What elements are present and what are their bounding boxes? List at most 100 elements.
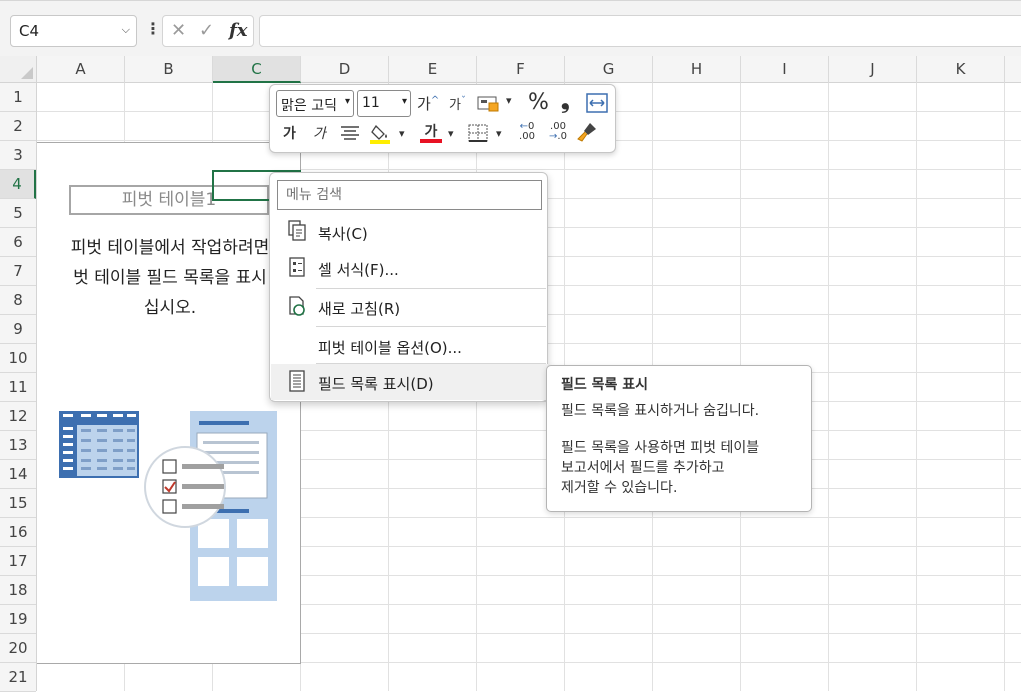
row-header[interactable]: 14	[0, 460, 36, 489]
increase-decimal-glyph: .00	[519, 131, 535, 142]
column-headers: A B C D E F G H I J K	[37, 56, 1021, 83]
row-header[interactable]: 8	[0, 286, 36, 315]
menu-item-label: 피벗 테이블 옵션(O)...	[318, 339, 462, 357]
row-headers: 1 2 3 4 5 6 7 8 9 10 11 12 13 14 15 16 1…	[0, 83, 37, 692]
row-header[interactable]: 19	[0, 605, 36, 634]
menu-item-format-cells[interactable]: 셀 서식(F)...	[271, 250, 548, 286]
row-header[interactable]: 5	[0, 199, 36, 228]
row-header[interactable]: 2	[0, 112, 36, 141]
font-color-button[interactable]: 가	[420, 121, 442, 143]
menu-item-pivot-options[interactable]: 피벗 테이블 옵션(O)...	[271, 328, 548, 364]
column-header-k[interactable]: K	[917, 56, 1005, 83]
cancel-icon[interactable]: ✕	[171, 20, 186, 41]
pivot-instructions-line: 벗 테이블 필드 목록을 표시	[73, 268, 267, 288]
percent-style-button[interactable]: %	[528, 90, 549, 115]
pivot-table-placeholder[interactable]: 피벗 테이블1 피벗 테이블에서 작업하려면 벗 테이블 필드 목록을 표시 십…	[37, 142, 301, 664]
enter-icon[interactable]: ✓	[199, 20, 214, 41]
menu-item-refresh[interactable]: 새로 고침(R)	[271, 289, 548, 325]
menu-item-label: 복사(C)	[318, 225, 368, 243]
row-header[interactable]: 7	[0, 257, 36, 286]
menu-item-label: 필드 목록 표시(D)	[318, 375, 434, 393]
chevron-down-icon: ▾	[344, 96, 350, 107]
arrow-right-icon: →	[549, 131, 558, 142]
row-header[interactable]: 18	[0, 576, 36, 605]
font-size-select[interactable]: 11 ▾	[357, 90, 411, 117]
formula-bar: C4 ⌵ ⋮ ✕ ✓ fx	[0, 0, 1021, 56]
row-header[interactable]: 16	[0, 518, 36, 547]
chevron-down-icon[interactable]: ▾	[496, 127, 502, 140]
menu-item-label: 셀 서식(F)...	[318, 261, 399, 279]
chevron-down-icon[interactable]: ▾	[399, 127, 405, 140]
align-center-icon[interactable]	[340, 125, 360, 141]
tooltip-text: 필드 목록을 표시하거나 숨깁니다.	[561, 403, 760, 419]
field-list-icon	[289, 370, 305, 392]
decrease-font-glyph: 가	[449, 98, 461, 113]
column-header-b[interactable]: B	[125, 56, 213, 83]
tooltip-text-line: 보고서에서 필드를 추가하고	[561, 460, 725, 476]
menu-item-show-field-list[interactable]: 필드 목록 표시(D)	[271, 364, 548, 400]
insert-function-icon[interactable]: fx	[229, 20, 247, 41]
increase-decimal-button[interactable]: ←0.00	[514, 122, 540, 142]
name-box[interactable]: C4 ⌵	[10, 15, 137, 47]
bold-button[interactable]: 가	[283, 123, 296, 143]
column-header-e[interactable]: E	[389, 56, 477, 83]
column-header-h[interactable]: H	[653, 56, 741, 83]
row-header[interactable]: 1	[0, 83, 36, 112]
fill-color-icon[interactable]	[370, 122, 392, 144]
chevron-down-icon[interactable]: ⌵	[122, 23, 130, 37]
row-header[interactable]: 6	[0, 228, 36, 257]
menu-item-copy[interactable]: 복사(C)	[271, 214, 548, 250]
format-painter-icon[interactable]	[576, 121, 598, 143]
increase-font-glyph: 가	[417, 95, 431, 113]
mini-toolbar: 맑은 고딕 ▾ 11 ▾ 가^ 가ˇ ▾ % ❟ 가 가 ▾ 가 ▾ ▾ ←0.…	[269, 84, 616, 153]
row-header[interactable]: 20	[0, 634, 36, 663]
column-header-a[interactable]: A	[37, 56, 125, 83]
menu-separator	[316, 326, 546, 327]
font-size-value: 11	[362, 95, 380, 111]
decrease-font-size-button[interactable]: 가ˇ	[449, 94, 466, 113]
cell-style-icon[interactable]	[477, 95, 501, 113]
row-header[interactable]: 10	[0, 344, 36, 373]
menu-item-label: 새로 고침(R)	[318, 300, 401, 318]
name-box-value: C4	[19, 22, 40, 40]
copy-icon	[288, 220, 306, 241]
decrease-decimal-button[interactable]: .00 →.0	[544, 122, 572, 142]
column-header-g[interactable]: G	[565, 56, 653, 83]
tooltip-text: 필드 목록을 사용하면 피벗 테이블 보고서에서 필드를 추가하고 제거할 수 …	[561, 438, 797, 498]
row-header[interactable]: 3	[0, 141, 36, 170]
chevron-down-icon[interactable]: ▾	[448, 127, 454, 140]
font-name-select[interactable]: 맑은 고딕 ▾	[276, 90, 354, 117]
row-header[interactable]: 17	[0, 547, 36, 576]
row-header[interactable]: 11	[0, 373, 36, 402]
chevron-down-icon[interactable]: ▾	[506, 94, 512, 107]
pivot-instructions-line: 피벗 테이블에서 작업하려면	[70, 238, 270, 258]
increase-font-size-button[interactable]: 가^	[417, 93, 439, 114]
column-header-f[interactable]: F	[477, 56, 565, 83]
formula-input[interactable]	[259, 15, 1021, 47]
column-header-c[interactable]: C	[213, 56, 301, 83]
italic-button[interactable]: 가	[313, 123, 326, 143]
row-header[interactable]: 9	[0, 315, 36, 344]
row-header[interactable]: 13	[0, 431, 36, 460]
row-header[interactable]: 12	[0, 402, 36, 431]
comma-style-button[interactable]: ❟	[561, 89, 570, 114]
pivot-instructions: 피벗 테이블에서 작업하려면 벗 테이블 필드 목록을 표시 십시오.	[39, 233, 301, 323]
refresh-icon	[289, 296, 305, 316]
format-cells-icon	[289, 257, 305, 277]
more-options-icon[interactable]: ⋮	[145, 19, 161, 38]
select-all-corner[interactable]	[0, 56, 37, 83]
row-header[interactable]: 21	[0, 663, 36, 692]
column-header-j[interactable]: J	[829, 56, 917, 83]
pivot-illustration	[59, 411, 277, 601]
column-header-d[interactable]: D	[301, 56, 389, 83]
tooltip-text-line: 필드 목록을 사용하면 피벗 테이블	[561, 440, 760, 456]
context-menu: 복사(C) 셀 서식(F)... 새로 고침(R) 피벗 테이블 옵션(O)..…	[269, 172, 548, 402]
row-header[interactable]: 4	[0, 170, 36, 199]
pivot-instructions-line: 십시오.	[143, 298, 197, 318]
borders-icon[interactable]	[468, 124, 488, 142]
wrap-text-icon[interactable]	[586, 93, 608, 113]
tooltip-text-line: 제거할 수 있습니다.	[561, 480, 678, 496]
row-header[interactable]: 15	[0, 489, 36, 518]
menu-search-input[interactable]	[277, 180, 542, 210]
column-header-i[interactable]: I	[741, 56, 829, 83]
